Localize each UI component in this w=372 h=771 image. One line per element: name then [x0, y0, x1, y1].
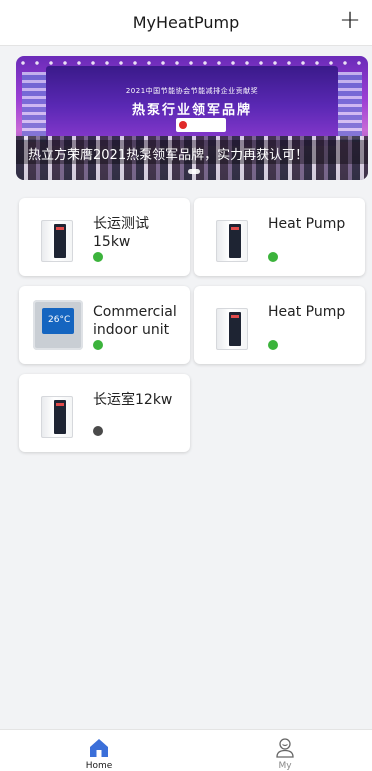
device-name: Heat Pump — [268, 304, 346, 320]
device-name: Heat Pump — [268, 216, 346, 232]
carousel-indicator[interactable] — [188, 169, 200, 174]
tab-home-label: Home — [85, 761, 113, 771]
status-online-icon — [93, 340, 103, 350]
page-title: MyHeatPump — [132, 13, 240, 32]
heat-pump-unit-icon — [41, 220, 73, 262]
status-online-icon — [93, 252, 103, 262]
tab-my-label: My — [278, 761, 292, 771]
heat-pump-unit-icon — [216, 308, 248, 350]
banner-subtitle: 2021中国节能协会节能减排企业贡献奖 — [125, 87, 259, 95]
banner-headline: 热泵行业领军品牌 — [131, 103, 252, 118]
device-card[interactable]: 长运测试 15kw — [19, 198, 190, 276]
thermostat-temp: 26°C — [48, 315, 71, 325]
status-online-icon — [268, 252, 278, 262]
tab-home[interactable]: Home — [59, 730, 139, 771]
brand-logo — [176, 118, 226, 132]
home-icon — [90, 739, 108, 757]
device-card[interactable]: Heat Pump — [194, 286, 365, 364]
status-online-icon — [268, 340, 278, 350]
top-bar: MyHeatPump + — [0, 0, 372, 46]
heat-pump-unit-icon — [41, 396, 73, 438]
thermostat-icon: 26°C — [33, 300, 83, 350]
device-name: 长运测试 15kw — [93, 216, 149, 250]
device-card[interactable]: 26°C Commercial indoor unit — [19, 286, 190, 364]
add-device-button[interactable]: + — [336, 6, 364, 34]
device-card[interactable]: Heat Pump — [194, 198, 365, 276]
promo-banner[interactable]: 2021中国节能协会节能减排企业贡献奖 热泵行业领军品牌 热立方荣膺2021热泵… — [16, 56, 368, 180]
thermostat-screen: 26°C — [42, 308, 74, 334]
heat-pump-unit-icon — [216, 220, 248, 262]
device-name: 长运室12kw — [93, 392, 173, 408]
status-offline-icon — [93, 426, 103, 436]
banner-caption: 热立方荣膺2021热泵领军品牌，实力再获认可！ — [28, 148, 309, 163]
bottom-tab-bar: Home My — [0, 729, 372, 771]
device-card[interactable]: 长运室12kw — [19, 374, 190, 452]
device-name: Commercial indoor unit — [93, 304, 177, 338]
tab-my[interactable]: My — [245, 730, 325, 771]
user-icon — [276, 738, 294, 758]
